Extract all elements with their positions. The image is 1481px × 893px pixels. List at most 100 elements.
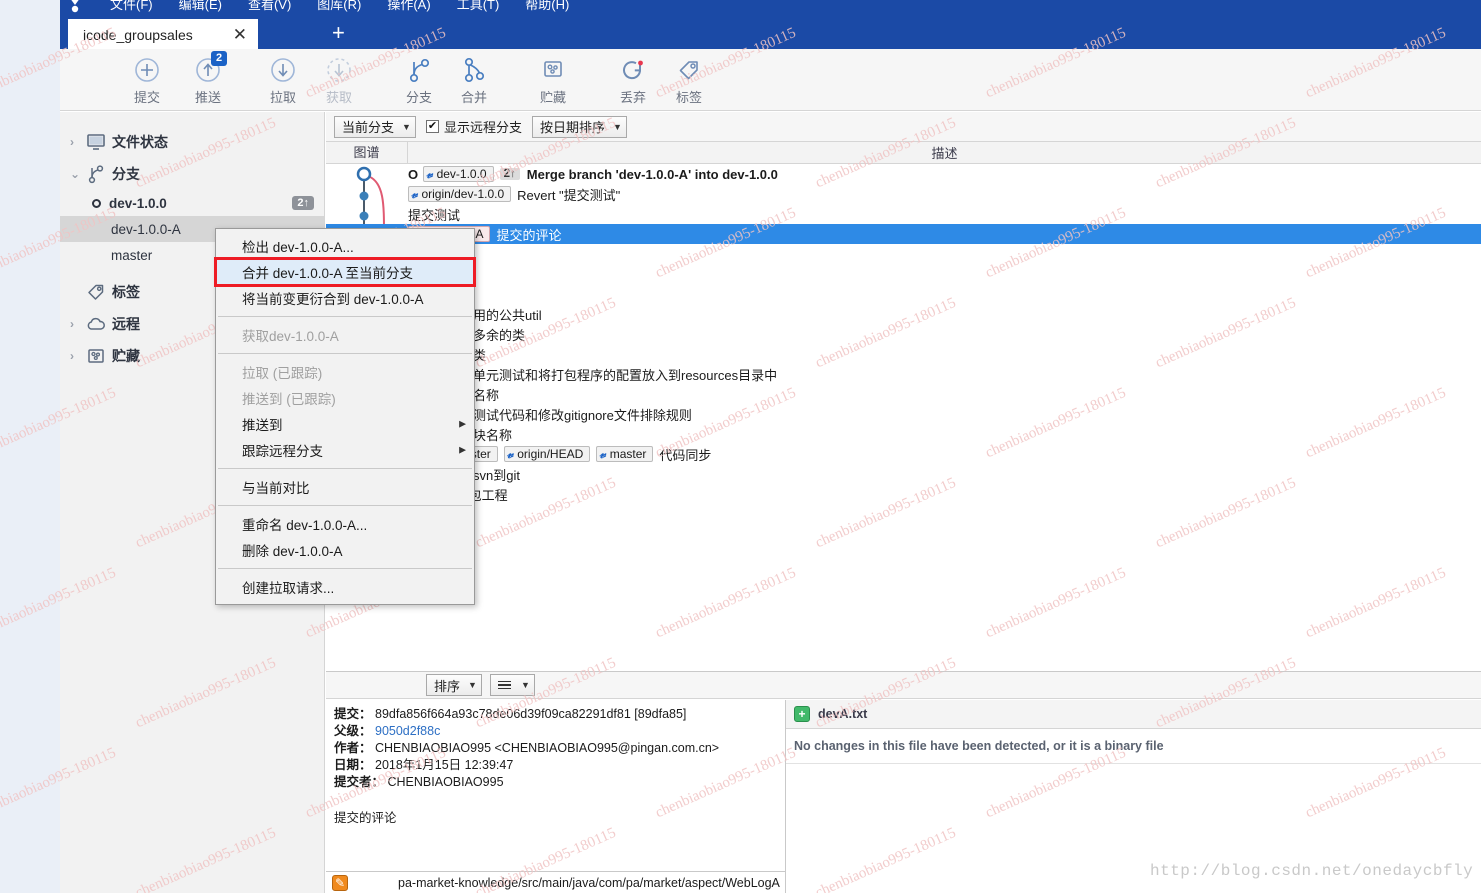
context-menu-item-0[interactable]: 检出 dev-1.0.0-A... [216, 233, 474, 259]
detail-view-dropdown[interactable]: ▼ [489, 674, 535, 696]
list-item[interactable]: ✎ pa-market-knowledge/src/main/java/com/p… [326, 872, 785, 893]
table-row[interactable]: 删除不需要多余的类 [326, 324, 1481, 344]
column-header-graph[interactable]: 图谱 [326, 141, 408, 164]
column-header-description[interactable]: 描述 [408, 143, 1481, 162]
menu-separator [218, 316, 472, 317]
context-menu-item-label: 与当前对比 [242, 481, 310, 496]
table-row[interactable]: 删除不要的类 [326, 344, 1481, 364]
sort-mode-dropdown[interactable]: 按日期排序 ▼ [531, 115, 627, 138]
table-row[interactable]: test [326, 244, 1481, 264]
context-menu-item-2[interactable]: 将当前变更衍合到 dev-1.0.0-A [216, 285, 474, 311]
branch-ref-tag[interactable]: 𝓋 origin/dev-1.0.0 [408, 186, 512, 202]
branch-ref-tag[interactable]: 𝓋 origin/HEAD [503, 446, 591, 462]
sort-mode-label: 按日期排序 [539, 120, 605, 135]
chevron-down-icon[interactable]: ⌄ [70, 167, 86, 181]
table-row[interactable]: test [326, 284, 1481, 304]
context-menu-item-8[interactable]: 与当前对比 [216, 474, 474, 500]
add-tab-icon[interactable]: + [332, 22, 345, 44]
toolbar-button-plus-circle[interactable]: 提交 [120, 55, 174, 106]
toolbar-button-branch[interactable]: 分支 [392, 55, 446, 106]
toolbar-button-arrow-down-circle[interactable]: 拉取 [256, 55, 310, 106]
toolbar-button-merge[interactable]: 合并 [447, 55, 501, 106]
menu-item-6[interactable]: 帮助(H) [525, 0, 569, 13]
sidebar-group-label: 标签 [112, 284, 140, 300]
menu-items[interactable]: 文件(F) 编辑(E) 查看(V) 图库(R) 操作(A) 工具(T) 帮助(H) [110, 0, 569, 13]
commit-hash-value: 89dfa856f664a93c78de06d39f09ca82291df81 … [375, 707, 687, 721]
arrow-down-dashed-circle-icon [312, 55, 366, 85]
table-row[interactable]: 𝓋dev-1.0.0-A提交的评论 [326, 224, 1481, 244]
toolbar-button-label: 分支 [405, 90, 432, 105]
context-menu-item-10[interactable]: 删除 dev-1.0.0-A [216, 537, 474, 563]
menu-item-1[interactable]: 编辑(E) [179, 0, 222, 13]
menu-item-2[interactable]: 查看(V) [248, 0, 291, 13]
table-row[interactable]: 删除无效的单元测试和将打包程序的配置放入到resources目录中 [326, 364, 1481, 384]
chevron-right-icon[interactable]: › [70, 317, 86, 331]
context-menu-item-label: 拉取 (已跟踪) [242, 366, 323, 381]
tab-icode-groupsales[interactable]: icode_groupsales ✕ [68, 19, 258, 49]
commit-parent-key: 父级： [334, 724, 372, 738]
toolbar-button-arrow-up-circle[interactable]: 2 推送 [181, 51, 235, 106]
head-marker-icon: O [408, 166, 419, 182]
tag-icon [86, 282, 112, 302]
detail-sort-label: 排序 [434, 678, 461, 694]
close-icon[interactable]: ✕ [233, 26, 247, 43]
ahead-count-badge: 2↑ [499, 168, 520, 180]
stash-icon [86, 347, 112, 365]
commit-list[interactable]: O𝓋 dev-1.0.0 2↑ Merge branch 'dev-1.0.0-A' … [326, 164, 1481, 671]
menu-item-3[interactable]: 图库(R) [317, 0, 361, 13]
branch-icon: 𝓋 [411, 186, 418, 201]
branch-filter-dropdown[interactable]: 当前分支 ▼ [334, 115, 416, 138]
log-filter-bar: 当前分支 ▼ ✔ 显示远程分支 按日期排序 ▼ [326, 112, 1481, 142]
commit-parent-value[interactable]: 9050d2f88c [375, 724, 440, 738]
table-row[interactable]: 删除没有的测试代码和修改gitignore文件排除规则 [326, 404, 1481, 424]
branch-ref-tag[interactable]: 𝓋 master [596, 446, 654, 462]
commit-author-value: CHENBIAOBIAO995 <CHENBIAOBIAO995@pingan.… [375, 741, 720, 755]
chevron-right-icon[interactable]: › [70, 349, 86, 363]
commit-column-headers: 图谱 描述 [326, 141, 1481, 164]
commit-message: 提交测试 [408, 207, 461, 223]
commit-hash-row: 提交： 89dfa856f664a93c78de06d39f09ca82291d… [334, 706, 777, 723]
changed-files-list[interactable]: ✎ pa-market-knowledge/src/main/java/com/p… [326, 871, 785, 893]
menu-item-4[interactable]: 操作(A) [387, 0, 430, 13]
toolbar-button-arrow-down-dashed-circle[interactable]: 获取 [312, 55, 366, 106]
context-menu-item-6[interactable]: 推送到 ▶ [216, 411, 474, 437]
sidebar-group-monitor[interactable]: › 文件状态 [60, 126, 324, 158]
context-menu-item-5: 推送到 (已跟踪) [216, 385, 474, 411]
diff-empty-message: No changes in this file have been detect… [786, 729, 1481, 764]
context-menu-item-label: 检出 dev-1.0.0-A... [242, 240, 354, 255]
context-menu-item-9[interactable]: 重命名 dev-1.0.0-A... [216, 511, 474, 537]
branch-ref-tag[interactable]: 𝓋 dev-1.0.0 [423, 166, 494, 182]
menu-item-5[interactable]: 工具(T) [457, 0, 500, 13]
branch-context-menu[interactable]: 检出 dev-1.0.0-A... 合并 dev-1.0.0-A 至当前分支 将当前… [214, 228, 476, 605]
table-row[interactable]: 𝓋 origin/dev-1.0.0 Revert "提交测试" [326, 184, 1481, 204]
context-menu-item-label: 推送到 [242, 418, 283, 433]
table-row[interactable]: 初始化团E包工程 [326, 484, 1481, 504]
main-toolbar: 提交 2 推送 拉取 获取 分支 合并 贮藏 丢弃 标签 [60, 49, 1481, 111]
show-remote-branches-checkbox[interactable]: ✔ 显示远程分支 [425, 117, 522, 136]
branch-icon: 𝓋 [506, 446, 514, 461]
sidebar-branch-label: master [111, 247, 153, 263]
menu-item-0[interactable]: 文件(F) [110, 0, 153, 13]
sidebar-group-branch[interactable]: ⌄ 分支 [60, 158, 324, 190]
table-row[interactable]: 提交删除无用的公共util [326, 304, 1481, 324]
toolbar-button-stash[interactable]: 贮藏 [526, 55, 580, 106]
table-row[interactable]: 代码同步从svn到git [326, 464, 1481, 484]
context-menu-item-1[interactable]: 合并 dev-1.0.0-A 至当前分支 [214, 257, 476, 287]
toolbar-button-tag[interactable]: 标签 [662, 55, 716, 106]
context-menu-item-7[interactable]: 跟踪远程分支 ▶ [216, 437, 474, 463]
toolbar-button-discard[interactable]: 丢弃 [606, 55, 660, 106]
table-row[interactable]: 𝓋origin/master𝓋origin/HEAD𝓋master代码同步 [326, 444, 1481, 464]
table-row[interactable]: 修改知库模块名称 [326, 424, 1481, 444]
context-menu-item-11[interactable]: 创建拉取请求... [216, 574, 474, 600]
detail-sort-dropdown[interactable]: 排序 ▼ [426, 674, 482, 696]
table-row[interactable]: 提交测试 [326, 204, 1481, 224]
discard-icon [606, 55, 660, 85]
menu-separator [218, 468, 472, 469]
chevron-right-icon[interactable]: › [70, 135, 86, 149]
table-row[interactable]: O𝓋 dev-1.0.0 2↑ Merge branch 'dev-1.0.0-A' … [326, 164, 1481, 184]
sidebar-branch-dev-1.0.0[interactable]: dev-1.0.0 2↑ [60, 190, 324, 216]
context-menu-item-label: 删除 dev-1.0.0-A [242, 544, 343, 559]
table-row[interactable]: 修改项目的名称 [326, 384, 1481, 404]
table-row[interactable]: reset [326, 264, 1481, 284]
context-menu-item-3: 获取dev-1.0.0-A [216, 322, 474, 348]
